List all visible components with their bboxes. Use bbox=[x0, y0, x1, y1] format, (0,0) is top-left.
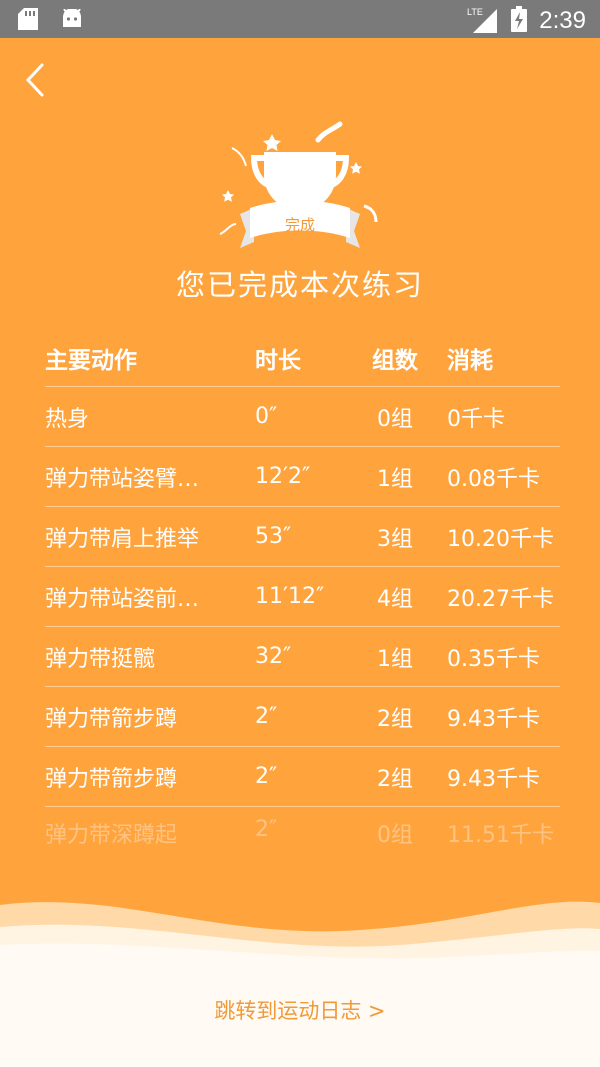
calories: 0.08千卡 bbox=[447, 466, 540, 492]
android-icon bbox=[60, 8, 84, 33]
table-row: 弹力带肩上推举 53″ 3组 10.20千卡 bbox=[45, 507, 560, 567]
action-name: 弹力带站姿臂… bbox=[45, 466, 200, 492]
network-label: LTE bbox=[467, 7, 483, 17]
status-bar: LTE 2:39 bbox=[0, 0, 600, 38]
header-calories: 消耗 bbox=[447, 348, 493, 374]
action-name: 弹力带箭步蹲 bbox=[45, 766, 178, 792]
duration: 2″ bbox=[255, 704, 278, 729]
go-to-log-link[interactable]: 跳转到运动日志 > bbox=[0, 995, 600, 1025]
calories: 10.20千卡 bbox=[447, 526, 554, 552]
lte-signal-icon: LTE bbox=[467, 5, 499, 37]
duration: 0″ bbox=[255, 404, 278, 429]
table-row: 弹力带箭步蹲 2″ 2组 9.43千卡 bbox=[45, 687, 560, 747]
trophy-icon: 完成 bbox=[219, 121, 378, 248]
trophy-illustration: 完成 bbox=[210, 118, 390, 258]
header-action: 主要动作 bbox=[45, 348, 137, 374]
sets: 0组 bbox=[377, 406, 413, 432]
battery-charging-icon bbox=[511, 6, 528, 36]
table-header: 主要动作 时长 组数 消耗 bbox=[45, 330, 560, 387]
workout-table: 主要动作 时长 组数 消耗 热身 0″ 0组 0千卡 弹力带站姿臂… 12′2″… bbox=[45, 330, 560, 857]
header-duration: 时长 bbox=[255, 348, 301, 374]
duration: 12′2″ bbox=[255, 464, 311, 489]
calories: 9.43千卡 bbox=[447, 706, 540, 732]
table-row: 弹力带站姿前… 11′12″ 4组 20.27千卡 bbox=[45, 567, 560, 627]
table-row: 弹力带深蹲起 2″ 0组 11.51千卡 bbox=[45, 807, 560, 857]
action-name: 弹力带肩上推举 bbox=[45, 526, 200, 552]
sets: 0组 bbox=[377, 823, 413, 848]
duration: 32″ bbox=[255, 644, 292, 669]
action-name: 弹力带挺髋 bbox=[45, 646, 156, 672]
calories: 0千卡 bbox=[447, 406, 505, 432]
duration: 53″ bbox=[255, 524, 292, 549]
wave-decoration bbox=[0, 901, 600, 1067]
footer-wave bbox=[0, 885, 600, 1067]
status-time: 2:39 bbox=[539, 7, 586, 34]
duration: 11′12″ bbox=[255, 584, 325, 609]
sets: 2组 bbox=[377, 766, 413, 792]
sets: 3组 bbox=[377, 526, 413, 552]
sets: 1组 bbox=[377, 646, 413, 672]
page-title: 您已完成本次练习 bbox=[175, 268, 424, 302]
action-name: 弹力带站姿前… bbox=[45, 586, 200, 612]
action-name: 弹力带深蹲起 bbox=[45, 823, 178, 848]
chevron-left-icon bbox=[25, 63, 44, 97]
back-button[interactable] bbox=[22, 62, 52, 98]
calories: 20.27千卡 bbox=[447, 586, 554, 612]
calories: 0.35千卡 bbox=[447, 646, 540, 672]
complete-badge: 完成 bbox=[285, 216, 315, 234]
calories: 9.43千卡 bbox=[447, 766, 540, 792]
duration: 2″ bbox=[255, 817, 278, 842]
action-name: 热身 bbox=[45, 406, 90, 432]
header-sets: 组数 bbox=[372, 348, 418, 374]
sd-card-icon bbox=[18, 8, 38, 34]
table-row: 热身 0″ 0组 0千卡 bbox=[45, 387, 560, 447]
duration: 2″ bbox=[255, 764, 278, 789]
sets: 4组 bbox=[377, 586, 413, 612]
table-row: 弹力带挺髋 32″ 1组 0.35千卡 bbox=[45, 627, 560, 687]
sets: 2组 bbox=[377, 706, 413, 732]
calories: 11.51千卡 bbox=[447, 823, 554, 848]
action-name: 弹力带箭步蹲 bbox=[45, 706, 178, 732]
table-row: 弹力带箭步蹲 2″ 2组 9.43千卡 bbox=[45, 747, 560, 807]
table-row: 弹力带站姿臂… 12′2″ 1组 0.08千卡 bbox=[45, 447, 560, 507]
sets: 1组 bbox=[377, 466, 413, 492]
